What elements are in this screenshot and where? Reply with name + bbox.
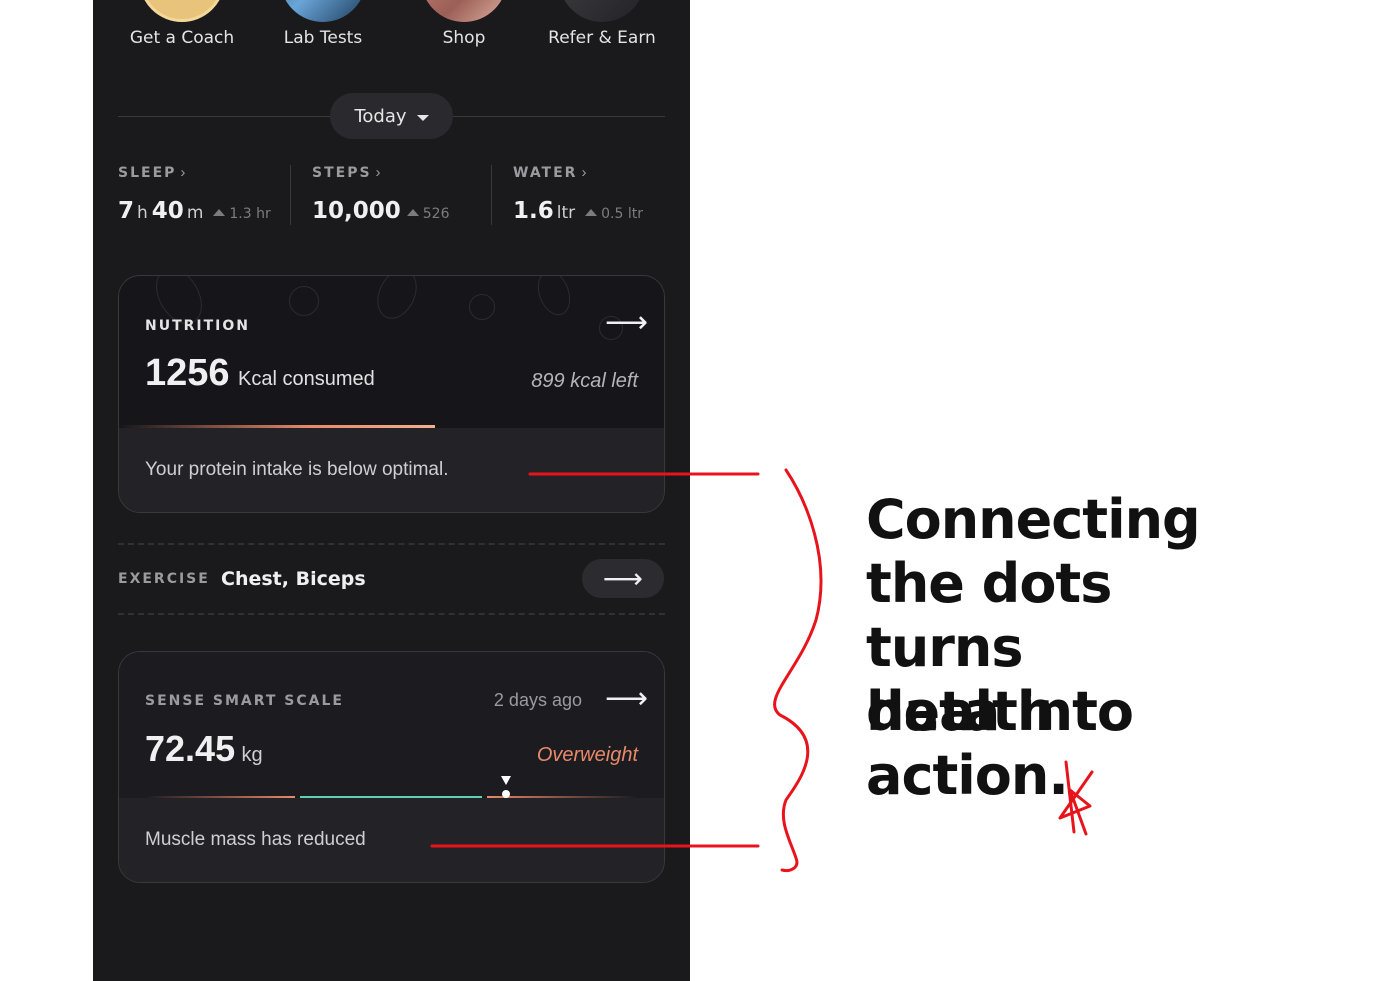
- annotation-brace: [773, 468, 823, 872]
- annotation-line: Connecting: [866, 488, 1201, 551]
- annotation-line: the dots: [866, 552, 1112, 615]
- annotation-line: action.: [866, 744, 1069, 807]
- annotation-line: data into: [866, 680, 1134, 743]
